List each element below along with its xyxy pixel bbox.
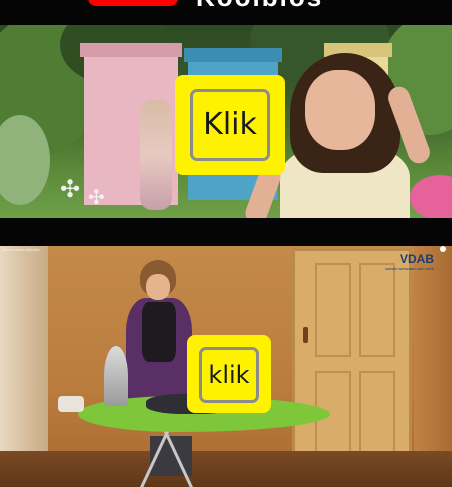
klik-label: klik	[208, 361, 250, 389]
iron	[104, 346, 128, 406]
pinwheel-icon: ✣	[88, 187, 105, 209]
vdab-logo: VDAB	[399, 252, 434, 266]
door	[292, 248, 412, 480]
pink-float	[410, 175, 452, 218]
person-face	[146, 274, 170, 300]
klik-button-frame: Klik	[190, 89, 270, 161]
floor	[0, 451, 452, 487]
vdab-logo-subtitle: samen werkzaam aan werk	[385, 266, 434, 271]
video-caption: Een ervaren strijkster	[2, 247, 40, 252]
child-figure	[140, 100, 172, 210]
video-title-partial: Koolblos	[196, 0, 323, 13]
laundry-basket	[58, 396, 84, 412]
klik-button-frame: klik	[199, 347, 259, 403]
woman-face	[305, 70, 375, 150]
klik-label: Klik	[203, 107, 257, 142]
brand-logo	[88, 0, 178, 6]
door-handle	[303, 327, 308, 343]
person-shirt	[142, 302, 176, 362]
klik-button-top[interactable]: Klik	[175, 75, 285, 175]
info-icon[interactable]	[440, 246, 446, 252]
klik-button-bottom[interactable]: klik	[187, 335, 271, 413]
pinwheel-icon: ✣	[60, 176, 81, 203]
